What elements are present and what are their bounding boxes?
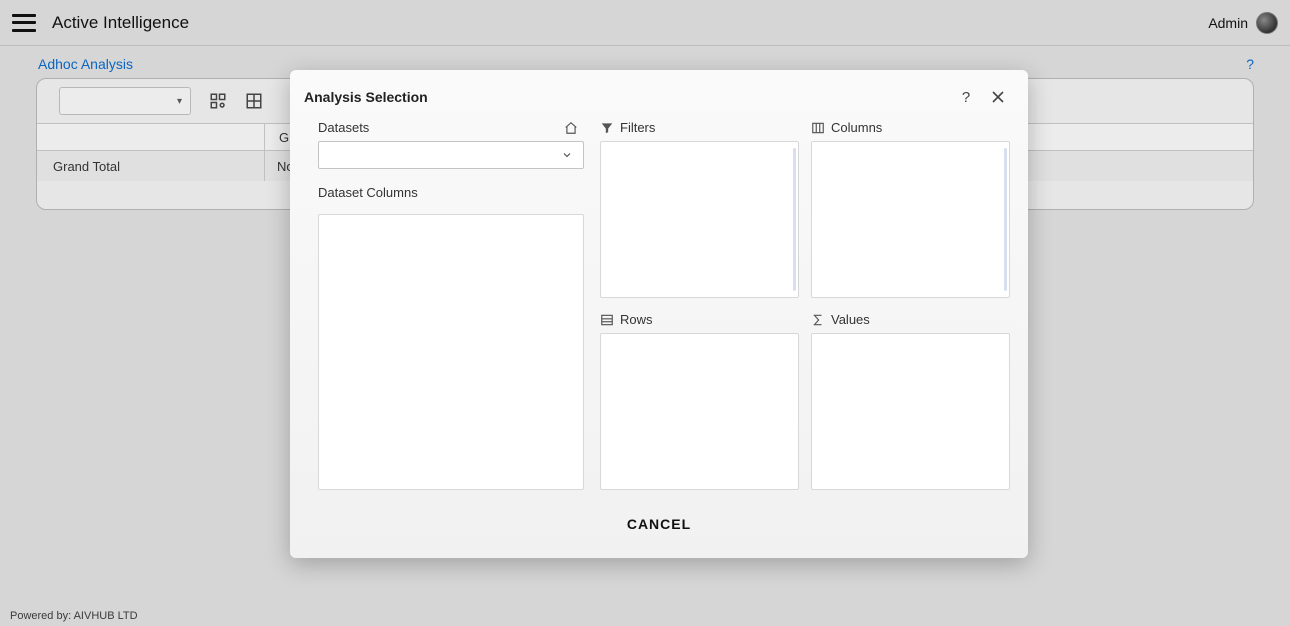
rows-dropbox[interactable] <box>600 333 799 490</box>
columns-icon <box>811 121 825 135</box>
modal-title: Analysis Selection <box>304 89 428 105</box>
cancel-button[interactable]: CANCEL <box>627 516 691 532</box>
datasets-dropdown[interactable] <box>318 141 584 169</box>
grid-settings-icon[interactable] <box>209 92 227 110</box>
rows-label: Rows <box>620 312 653 327</box>
modal-help-icon[interactable]: ? <box>956 87 976 107</box>
modal-left-column: Datasets Dataset Columns <box>318 120 584 490</box>
chevron-down-icon: ▾ <box>177 96 182 107</box>
grid-table-icon[interactable] <box>245 92 263 110</box>
modal-header: Analysis Selection ? <box>290 70 1028 110</box>
dataset-columns-listbox[interactable] <box>318 214 584 490</box>
grid-row-label: Grand Total <box>37 151 265 181</box>
app-title: Active Intelligence <box>52 13 189 33</box>
grid-dropdown[interactable]: ▾ <box>59 87 191 115</box>
columns-zone: Columns <box>811 120 1010 298</box>
datasets-label: Datasets <box>318 120 369 135</box>
filters-dropbox[interactable] <box>600 141 799 298</box>
menu-hamburger-icon[interactable] <box>12 14 36 32</box>
home-icon[interactable] <box>564 121 578 135</box>
filters-label: Filters <box>620 120 655 135</box>
sigma-icon <box>811 313 825 327</box>
powered-by: Powered by: AIVHUB LTD <box>10 610 138 622</box>
rows-icon <box>600 313 614 327</box>
chevron-down-icon <box>561 149 573 161</box>
values-dropbox[interactable] <box>811 333 1010 490</box>
username-label: Admin <box>1208 15 1248 31</box>
columns-label: Columns <box>831 120 882 135</box>
help-icon[interactable]: ? <box>1246 56 1254 72</box>
breadcrumb[interactable]: Adhoc Analysis <box>38 56 133 72</box>
app-header: Active Intelligence Admin <box>0 0 1290 46</box>
analysis-selection-modal: Analysis Selection ? Datasets Dataset Co… <box>290 70 1028 558</box>
modal-footer: CANCEL <box>290 490 1028 558</box>
close-icon[interactable] <box>988 87 1008 107</box>
filters-zone: Filters <box>600 120 799 298</box>
avatar[interactable] <box>1256 12 1278 34</box>
filter-icon <box>600 121 614 135</box>
values-label: Values <box>831 312 870 327</box>
rows-zone: Rows <box>600 312 799 490</box>
columns-dropbox[interactable] <box>811 141 1010 298</box>
modal-right-grid: Filters Columns <box>600 120 1010 490</box>
values-zone: Values <box>811 312 1010 490</box>
dataset-columns-label: Dataset Columns <box>318 185 418 200</box>
